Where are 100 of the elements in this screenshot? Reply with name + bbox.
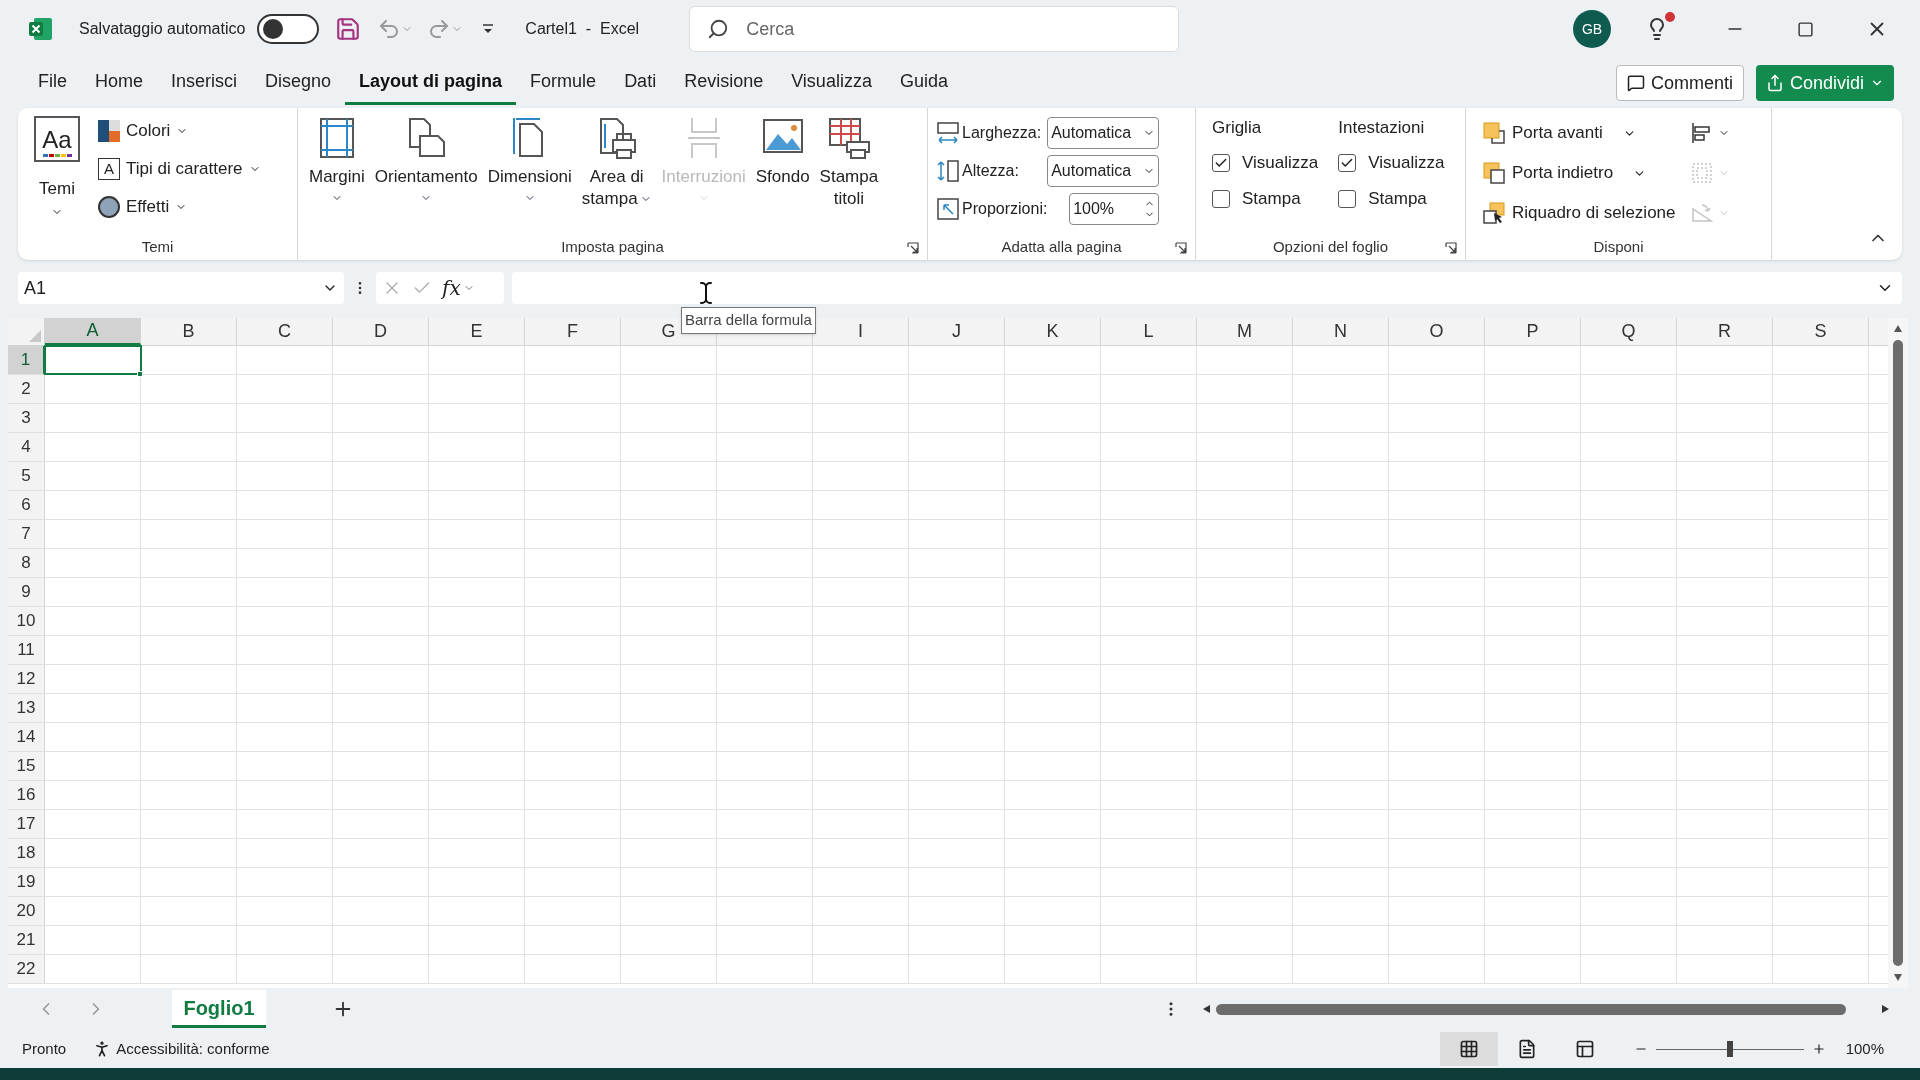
page-setup-button[interactable]: Sfondo — [752, 116, 813, 210]
column-header[interactable]: S — [1773, 318, 1869, 345]
cell-cursor[interactable] — [137, 371, 143, 377]
page-setup-button[interactable]: Area di stampa — [578, 116, 655, 210]
row-header[interactable]: 4 — [8, 433, 45, 461]
column-header[interactable]: J — [909, 318, 1005, 345]
checkbox[interactable] — [1338, 154, 1357, 172]
row-header[interactable]: 19 — [8, 868, 45, 896]
scroll-left-icon[interactable] — [1202, 1004, 1212, 1014]
themes-button[interactable]: Aa Temi — [26, 116, 88, 222]
sheet-tab[interactable]: Foglio1 — [172, 990, 266, 1028]
accessibility-status[interactable]: Accessibilità: conforme — [116, 1037, 270, 1061]
app-logo-icon — [28, 16, 54, 42]
row-header[interactable]: 7 — [8, 520, 45, 548]
row-header[interactable]: 12 — [8, 665, 45, 693]
checkbox[interactable] — [1212, 190, 1230, 208]
row-header[interactable]: 18 — [8, 839, 45, 867]
row-header[interactable]: 9 — [8, 578, 45, 606]
dialog-launcher-icon[interactable] — [1445, 242, 1457, 254]
scale-spinner[interactable]: 100% — [1069, 193, 1160, 225]
maximize-icon[interactable] — [1797, 20, 1814, 38]
column-header[interactable]: B — [141, 318, 237, 345]
theme-option-button[interactable]: Colori — [98, 116, 261, 146]
ribbon-tab[interactable]: Inserisci — [157, 61, 252, 105]
vertical-scrollbar[interactable] — [1888, 318, 1908, 988]
row-header[interactable]: 11 — [8, 636, 45, 664]
ribbon-tab[interactable]: Revisione — [670, 61, 778, 105]
avatar[interactable]: GB — [1573, 10, 1611, 48]
zoom-level[interactable]: 100% — [1845, 1037, 1884, 1061]
ribbon-tab[interactable]: Home — [81, 61, 158, 105]
row-header[interactable]: 15 — [8, 752, 45, 780]
scroll-up-icon[interactable] — [1893, 324, 1903, 334]
row-header[interactable]: 3 — [8, 404, 45, 432]
name-box[interactable]: A1 — [18, 272, 344, 304]
zoom-slider[interactable] — [1655, 1041, 1804, 1057]
ribbon-tab[interactable]: Formule — [516, 61, 611, 105]
scale-dropdown[interactable]: Automatica — [1047, 117, 1160, 149]
column-header[interactable]: M — [1197, 318, 1293, 345]
theme-option-button[interactable]: A Tipi di carattere — [98, 154, 261, 184]
formula-input[interactable] — [512, 272, 1902, 304]
save-icon[interactable] — [335, 16, 362, 42]
search-field[interactable]: Cerca — [689, 6, 1180, 52]
column-header[interactable]: F — [525, 318, 621, 345]
column-header[interactable]: O — [1389, 318, 1485, 345]
column-header[interactable]: K — [1005, 318, 1101, 345]
column-header[interactable]: N — [1293, 318, 1389, 345]
row-header[interactable]: 8 — [8, 549, 45, 577]
arrange-button[interactable]: Porta avanti — [1482, 116, 1676, 150]
checkbox[interactable] — [1212, 154, 1230, 172]
scroll-down-icon[interactable] — [1893, 972, 1903, 982]
column-header[interactable]: R — [1677, 318, 1773, 345]
theme-option-button[interactable]: Effetti — [98, 192, 261, 222]
ribbon-tab[interactable]: Guida — [885, 61, 962, 105]
ribbon-tab[interactable]: Layout di pagina — [345, 61, 517, 105]
column-header[interactable]: Q — [1581, 318, 1677, 345]
row-header[interactable]: 14 — [8, 723, 45, 751]
row-header[interactable]: 6 — [8, 491, 45, 519]
normal-view-button[interactable] — [1439, 1032, 1498, 1066]
column-header[interactable]: E — [429, 318, 525, 345]
row-header[interactable]: 17 — [8, 810, 45, 838]
themes-icon: Aa — [34, 116, 80, 162]
comments-button[interactable]: Commenti — [1615, 65, 1744, 101]
grid-icon — [1458, 1039, 1479, 1059]
row-header[interactable]: 10 — [8, 607, 45, 635]
row-header[interactable]: 16 — [8, 781, 45, 809]
customize-toolbar-icon[interactable] — [481, 22, 496, 36]
column-header[interactable]: D — [333, 318, 429, 345]
autosave-toggle[interactable] — [257, 14, 320, 44]
page-setup-button[interactable]: Stampa titoli — [816, 116, 882, 210]
row-header[interactable]: 20 — [8, 897, 45, 925]
checkbox[interactable] — [1338, 190, 1357, 208]
scale-dropdown[interactable]: Automatica — [1047, 155, 1160, 187]
zoom-thumb[interactable] — [1726, 1041, 1733, 1057]
row-header[interactable]: 5 — [8, 462, 45, 490]
panels-icon — [1574, 1039, 1595, 1059]
arrange-button[interactable]: Porta indietro — [1482, 156, 1676, 190]
row-header[interactable]: 22 — [8, 955, 45, 983]
page-setup-button[interactable]: Dimensioni — [484, 116, 575, 210]
row-header[interactable]: 1 — [8, 346, 45, 374]
ribbon-tab[interactable]: File — [24, 61, 81, 105]
row-header[interactable]: 21 — [8, 926, 45, 954]
ribbon-tab[interactable]: Dati — [610, 61, 671, 105]
row-header[interactable]: 2 — [8, 375, 45, 403]
share-button[interactable]: Condividi — [1755, 65, 1894, 101]
ribbon-tab[interactable]: Visualizza — [777, 61, 886, 105]
scroll-right-icon[interactable] — [1880, 1004, 1890, 1014]
arrange-button[interactable]: Riquadro di selezione — [1482, 196, 1676, 230]
zoom-in-icon[interactable] — [1811, 1042, 1826, 1056]
layers-icon — [1482, 161, 1506, 185]
column-header[interactable]: A — [45, 318, 141, 345]
dialog-launcher-icon[interactable] — [1175, 242, 1187, 254]
column-header[interactable]: L — [1101, 318, 1197, 345]
column-header[interactable]: P — [1485, 318, 1581, 345]
page-setup-button[interactable]: Orientamento — [371, 116, 481, 210]
column-header[interactable]: C — [237, 318, 333, 345]
share-icon — [1765, 74, 1784, 92]
row-header[interactable]: 13 — [8, 694, 45, 722]
dialog-launcher-icon[interactable] — [907, 242, 919, 254]
page-setup-button[interactable]: Margini — [306, 116, 368, 210]
ribbon-tab[interactable]: Disegno — [251, 61, 346, 105]
